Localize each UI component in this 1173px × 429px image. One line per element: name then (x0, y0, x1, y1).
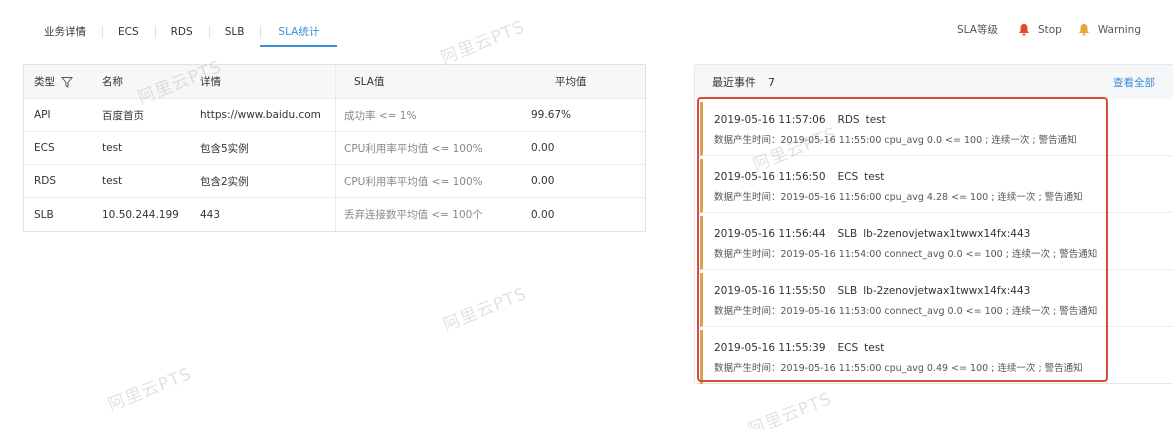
cell-avg: 0.00 (531, 208, 555, 221)
sla-legend-label: SLA等级 (957, 24, 998, 36)
cell-detail: 包含2实例 (200, 175, 249, 188)
cell-type: ECS (34, 142, 55, 154)
cell-sla: CPU利用率平均值 <= 100% (335, 165, 523, 197)
header-type: 类型 (24, 74, 94, 89)
event-name: lb-2zenovjetwax1twwx14fx:443 (863, 228, 1031, 240)
cell-detail: https://www.baidu.com (200, 109, 321, 121)
event-detail: 数据产生时间：2019-05-16 11:54:00 connect_avg 0… (714, 249, 1098, 260)
cell-type: SLB (34, 208, 54, 221)
event-time: 2019-05-16 11:57:06 (714, 114, 826, 126)
watermark: 阿里云PTS (105, 363, 195, 416)
tab-ecs[interactable]: ECS (102, 18, 155, 47)
event-name: lb-2zenovjetwax1twwx14fx:443 (863, 285, 1031, 297)
table-row: SLB 10.50.244.199 443 丢弃连接数平均值 <= 100个 0… (24, 198, 645, 231)
legend-warning: Warning (1078, 23, 1141, 36)
table-row: RDS test 包含2实例 CPU利用率平均值 <= 100% 0.00 (24, 165, 645, 198)
recent-events-title: 最近事件 (712, 76, 756, 89)
event-time: 2019-05-16 11:56:44 (714, 228, 826, 240)
cell-name: test (102, 175, 123, 187)
event-type: ECS (837, 171, 859, 183)
event-item[interactable]: 2019-05-16 11:56:44 SLB lb-2zenovjetwax1tw… (700, 216, 1173, 270)
recent-events-count: 7 (768, 75, 775, 89)
event-name: test (864, 342, 885, 354)
legend-stop: Stop (1018, 23, 1062, 36)
cell-name: 百度首页 (102, 109, 144, 122)
event-name: test (864, 171, 885, 183)
legend-stop-label: Stop (1037, 23, 1062, 36)
cell-sla: 成功率 <= 1% (335, 99, 523, 131)
event-item[interactable]: 2019-05-16 11:55:50 SLB lb-2zenovjetwax1tw… (700, 273, 1173, 327)
cell-sla: 丢弃连接数平均值 <= 100个 (335, 198, 523, 231)
event-name: test (865, 114, 886, 126)
event-time: 2019-05-16 11:55:50 (714, 285, 826, 297)
event-detail: 数据产生时间：2019-05-16 11:56:00 cpu_avg 4.28 … (714, 192, 1083, 203)
watermark: 阿里云PTS (438, 16, 528, 69)
view-all-link[interactable]: 查看全部 (1113, 75, 1155, 90)
cell-type: API (34, 109, 51, 121)
event-type: SLB (837, 228, 858, 240)
event-detail: 数据产生时间：2019-05-16 11:53:00 connect_avg 0… (714, 306, 1098, 317)
cell-name: test (102, 142, 123, 154)
tab-slb[interactable]: SLB (208, 18, 261, 47)
tab-bar: 业务详情 ECS RDS SLB SLA统计 (28, 18, 338, 48)
cell-sla: CPU利用率平均值 <= 100% (335, 132, 523, 164)
table-row: API 百度首页 https://www.baidu.com 成功率 <= 1%… (24, 99, 645, 132)
header-type-label: 类型 (34, 76, 55, 88)
tab-sla-stats[interactable]: SLA统计 (260, 18, 338, 47)
cell-type: RDS (34, 175, 57, 187)
event-detail: 数据产生时间：2019-05-16 11:55:00 cpu_avg 0.49 … (714, 363, 1083, 374)
event-type: ECS (837, 342, 859, 354)
header-sla: SLA值 (335, 65, 523, 98)
filter-icon[interactable] (61, 76, 73, 88)
cell-name: 10.50.244.199 (102, 208, 179, 221)
event-type: RDS (837, 114, 860, 126)
stop-bell-icon (1018, 24, 1029, 36)
tab-business-detail[interactable]: 业务详情 (28, 18, 102, 47)
recent-events-header: 最近事件 7 查看全部 (695, 65, 1173, 99)
event-type: SLB (837, 285, 858, 297)
sla-table: 类型 名称 详情 SLA值 平均值 API 百度首页 https://www.b… (23, 64, 646, 232)
table-header: 类型 名称 详情 SLA值 平均值 (24, 65, 645, 99)
event-time: 2019-05-16 11:55:39 (714, 342, 826, 354)
legend-warning-label: Warning (1097, 23, 1141, 36)
cell-avg: 99.67% (531, 109, 572, 121)
cell-detail: 包含5实例 (200, 142, 249, 155)
watermark: 阿里云PTS (745, 388, 835, 429)
cell-avg: 0.00 (531, 142, 555, 154)
tab-rds[interactable]: RDS (154, 18, 209, 47)
cell-avg: 0.00 (531, 175, 555, 187)
watermark: 阿里云PTS (440, 283, 530, 336)
sla-legend: SLA等级 Stop Warning (957, 22, 1141, 37)
warning-bell-icon (1078, 24, 1089, 36)
header-avg: 平均值 (555, 76, 587, 88)
event-time: 2019-05-16 11:56:50 (714, 171, 826, 183)
cell-detail: 443 (200, 208, 221, 221)
event-item[interactable]: 2019-05-16 11:55:39 ECS test 数据产生时间：2019-0… (700, 330, 1173, 384)
table-row: ECS test 包含5实例 CPU利用率平均值 <= 100% 0.00 (24, 132, 645, 165)
